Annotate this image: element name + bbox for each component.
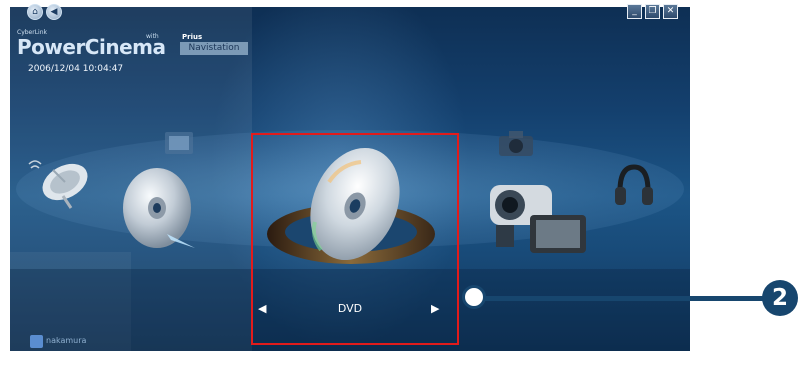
camera-icon[interactable] xyxy=(497,128,537,160)
music-cd-icon[interactable] xyxy=(117,164,199,254)
minimize-button[interactable]: _ xyxy=(627,4,642,19)
brand-sub: Navistation xyxy=(180,42,248,55)
callout-number: 2 xyxy=(762,280,798,316)
headphones-icon[interactable] xyxy=(613,163,655,209)
close-button[interactable]: ✕ xyxy=(663,4,678,19)
app-logo: PowerCinema xyxy=(17,35,166,59)
username: nakamura xyxy=(46,336,87,345)
datetime: 2006/12/04 10:04:47 xyxy=(28,64,124,74)
callout-dot xyxy=(462,285,486,309)
brand-prius: Prius xyxy=(182,33,203,41)
satellite-tv-icon[interactable] xyxy=(27,160,93,212)
camcorder-icon[interactable] xyxy=(486,175,592,255)
restore-button[interactable]: ❐ xyxy=(645,4,660,19)
prev-arrow-icon[interactable]: ◀ xyxy=(258,302,266,315)
callout-line xyxy=(476,296,769,301)
user-avatar-icon[interactable] xyxy=(30,335,43,348)
selected-item-label: DVD xyxy=(337,302,363,315)
back-icon[interactable]: ◀ xyxy=(46,4,62,20)
home-icon[interactable]: ⌂ xyxy=(27,4,43,20)
tv-icon[interactable] xyxy=(163,128,197,162)
next-arrow-icon[interactable]: ▶ xyxy=(431,302,439,315)
brand-with: with xyxy=(146,33,159,40)
